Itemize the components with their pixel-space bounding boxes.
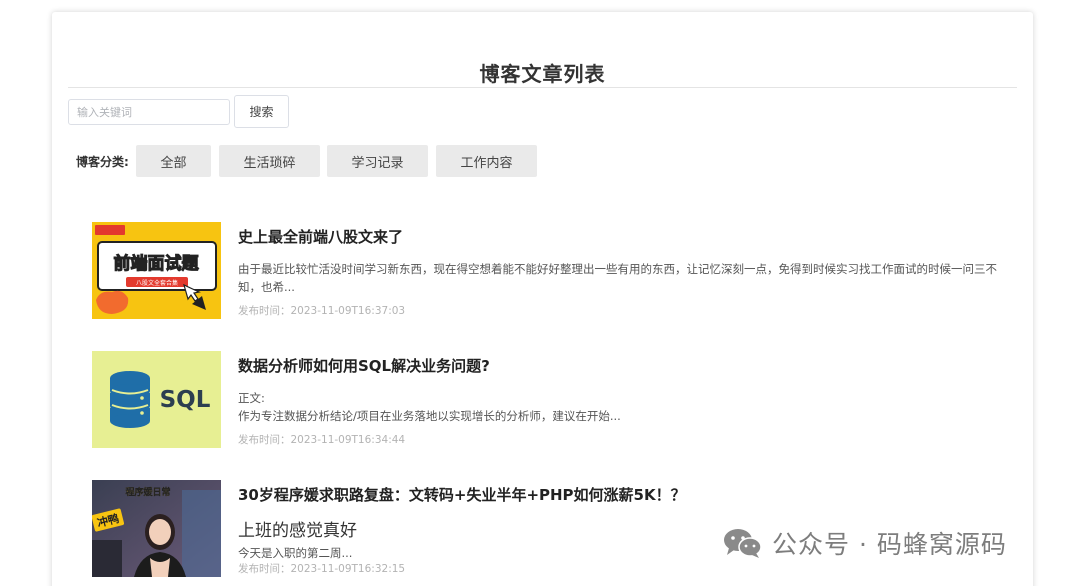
thumb-tag: 八股文全套合集 — [136, 279, 178, 287]
watermark-text: 公众号 · 码蜂窝源码 — [772, 530, 1007, 559]
post-excerpt-body: 作为专注数据分析结论/项目在业务落地以实现增长的分析师，建议在开始... — [238, 409, 621, 423]
post-title[interactable]: 数据分析师如何用SQL解决业务问题? — [238, 355, 490, 376]
programmer-thumbnail-image: 程序媛日常 冲鸭 — [92, 480, 221, 577]
category-label: 博客分类: — [76, 155, 129, 169]
post-thumbnail-programmer[interactable]: 程序媛日常 冲鸭 — [92, 480, 221, 577]
blog-list-panel: 博客文章列表 搜索 博客分类: 全部 生活琐碎 学习记录 工作内容 前端面试题 … — [52, 12, 1033, 586]
title-divider — [68, 87, 1017, 88]
watermark: 公众号 · 码蜂窝源码 — [722, 524, 1007, 562]
post-date: 发布时间：2023-11-09T16:37:03 — [238, 305, 406, 317]
category-study-button[interactable]: 学习记录 — [327, 145, 428, 177]
search-input[interactable] — [68, 99, 230, 125]
category-life-button[interactable]: 生活琐碎 — [219, 145, 320, 177]
thumb-sql-text: SQL — [160, 387, 211, 413]
thumb-caption: 程序媛日常 — [125, 486, 170, 498]
thumb-headline: 前端面试题 — [114, 253, 200, 274]
wechat-icon — [724, 529, 762, 558]
post-excerpt: 正文: 作为专注数据分析结论/项目在业务落地以实现增长的分析师，建议在开始... — [238, 389, 1008, 425]
search-button[interactable]: 搜索 — [234, 95, 289, 128]
category-all-button[interactable]: 全部 — [136, 145, 211, 177]
post-title[interactable]: 史上最全前端八股文来了 — [238, 226, 403, 247]
database-icon — [110, 371, 150, 428]
post-date: 发布时间：2023-11-09T16:32:15 — [238, 563, 406, 575]
post-date: 发布时间：2023-11-09T16:34:44 — [238, 434, 406, 446]
post-excerpt: 由于最近比较忙活没时间学习新东西，现在得空想着能不能好好整理出一些有用的东西，让… — [238, 262, 997, 294]
interview-thumbnail-image: 前端面试题 八股文全套合集 — [92, 222, 221, 319]
category-work-button[interactable]: 工作内容 — [436, 145, 537, 177]
post-item[interactable]: SQL 数据分析师如何用SQL解决业务问题? 正文: 作为专注数据分析结论/项目… — [92, 351, 1012, 449]
sql-thumbnail-image: SQL — [92, 351, 221, 448]
post-item[interactable]: 前端面试题 八股文全套合集 史上最全前端八股文来了 由于最近比较忙活没时间学习新… — [92, 222, 1012, 320]
page-title: 博客文章列表 — [479, 62, 606, 86]
post-thumbnail-sql[interactable]: SQL — [92, 351, 221, 448]
post-excerpt-intro: 正文: — [238, 391, 265, 405]
post-title[interactable]: 30岁程序媛求职路复盘：文转码+失业半年+PHP如何涨薪5K！？ — [238, 484, 686, 505]
post-thumbnail-interview[interactable]: 前端面试题 八股文全套合集 — [92, 222, 221, 319]
